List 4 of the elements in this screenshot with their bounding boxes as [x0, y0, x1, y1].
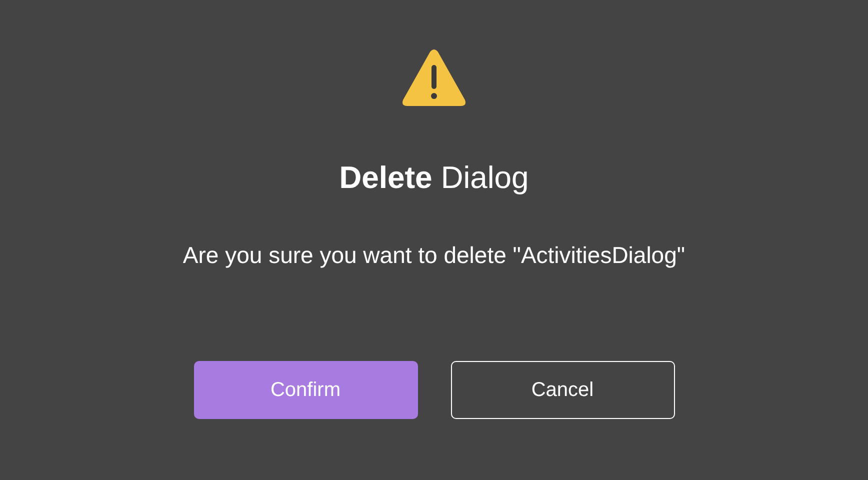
dialog-title: Delete Dialog: [339, 160, 529, 196]
cancel-button[interactable]: Cancel: [450, 361, 674, 419]
warning-icon: [401, 48, 467, 108]
dialog-message: Are you sure you want to delete "ActivitiesDialog": [182, 242, 686, 269]
